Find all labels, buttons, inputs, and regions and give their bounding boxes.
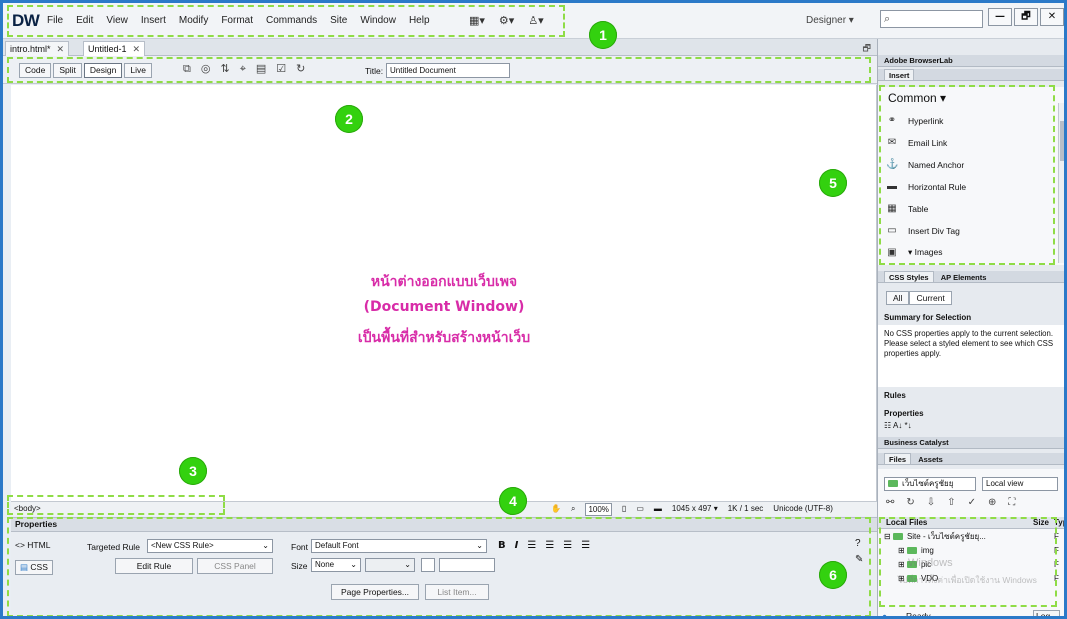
summary-title: Summary for Selection [884, 313, 972, 322]
connect-icon[interactable]: ⚯ [886, 497, 894, 508]
site-select[interactable]: เว็บไซต์ครูชัยยุ [884, 477, 976, 491]
tab-label: intro.html* [10, 44, 51, 54]
rules-label: Rules [884, 391, 906, 400]
tab-assets[interactable]: Assets [913, 453, 948, 464]
callout-5: 5 [819, 169, 847, 197]
close-button[interactable]: ✕ [1040, 8, 1064, 26]
hand-icon[interactable]: ✋ [551, 502, 561, 516]
folder-icon [888, 480, 898, 488]
annotation-region-6 [879, 517, 1057, 607]
ready-text: Ready [906, 611, 931, 619]
check-in-icon[interactable]: ⊕ [988, 497, 996, 508]
current-button[interactable]: Current [909, 291, 952, 305]
callout-2: 2 [335, 105, 363, 133]
workspace-switcher[interactable]: Designer ▾ [806, 15, 854, 26]
business-catalyst-bar[interactable]: Business Catalyst [878, 437, 1064, 449]
dreamweaver-window: DW File Edit View Insert Modify Format C… [0, 0, 1067, 619]
css-styles-bar: CSS Styles AP Elements [878, 271, 1064, 283]
callout-4: 4 [499, 487, 527, 515]
tab-untitled[interactable]: Untitled-1 ✕ [83, 41, 146, 56]
put-files-icon[interactable]: ⇧ [947, 497, 955, 508]
category-view-icon[interactable]: ☷ [884, 421, 891, 430]
callout-1: 1 [589, 21, 617, 49]
tab-css-styles[interactable]: CSS Styles [884, 271, 934, 282]
canvas-caption-1: หน้าต่างออกแบบเว็บเพจ [370, 274, 518, 290]
canvas-caption-2: (Document Window) [363, 299, 525, 315]
tab-files[interactable]: Files [884, 453, 912, 464]
minimize-button[interactable]: — [988, 8, 1012, 26]
business-catalyst-title: Business Catalyst [884, 438, 949, 447]
window-controls: — 🗗 ✕ [988, 8, 1064, 26]
css-property-icons: ☷ A↓ *↓ [884, 421, 912, 431]
restore-button[interactable]: 🗗 [1014, 8, 1038, 26]
document-tabs: intro.html* ✕ Untitled-1 ✕ 🗗 [3, 39, 877, 56]
zoom-icon[interactable]: ⌕ [571, 502, 575, 516]
browserlab-title: Adobe BrowserLab [884, 56, 953, 65]
annotation-region-2 [7, 57, 871, 83]
status-right: ✋ ⌕ 100% ▯ ▭ ▬ 1045 x 497 ▾ 1K / 1 sec U… [551, 502, 833, 516]
canvas-caption-3: เป็นพื้นที่สำหรับสร้างหน้าเว็บ [357, 330, 531, 346]
insert-bar: Insert [878, 69, 1064, 81]
tab-insert[interactable]: Insert [884, 69, 915, 80]
check-out-icon[interactable]: ✓ [968, 497, 976, 508]
mobile-size-icon[interactable]: ▯ [622, 502, 626, 516]
window-size[interactable]: 1045 x 497 ▾ [672, 502, 718, 516]
browserlab-bar[interactable]: Adobe BrowserLab [878, 55, 1064, 67]
tab-intro[interactable]: intro.html* ✕ [5, 41, 70, 56]
search-input[interactable]: ⌕ [880, 10, 983, 28]
summary-text: No CSS properties apply to the current s… [878, 325, 1064, 387]
site-select-value: เว็บไซต์ครูชัยยุ [902, 479, 954, 488]
callout-6: 6 [819, 561, 847, 589]
document-window[interactable]: หน้าต่างออกแบบเว็บเพจ (Document Window) … [11, 85, 877, 501]
annotation-region-5 [879, 85, 1055, 265]
insert-scrollbar[interactable] [1058, 103, 1064, 263]
files-toolbar: ⚯ ↻ ⇩ ⇧ ✓ ⊕ ⛶ [886, 497, 1015, 508]
refresh-icon[interactable]: ↻ [906, 497, 914, 508]
close-icon[interactable]: ✕ [133, 44, 141, 54]
search-icon: ⌕ [884, 12, 891, 25]
sort-az-icon[interactable]: A↓ [893, 421, 902, 430]
set-properties-icon[interactable]: *↓ [905, 421, 912, 430]
desktop-size-icon[interactable]: ▬ [654, 502, 662, 516]
callout-3: 3 [179, 457, 207, 485]
view-select-value: Local view [986, 479, 1024, 488]
close-icon[interactable]: ✕ [57, 44, 65, 54]
expand-icon[interactable]: ⛶ [1008, 497, 1015, 508]
properties-label: Properties [884, 409, 924, 418]
all-button[interactable]: All [886, 291, 910, 305]
tab-label: Untitled-1 [88, 44, 127, 54]
scroll-thumb[interactable] [1060, 121, 1064, 161]
status-icon: ● [882, 611, 888, 619]
annotation-region-3 [7, 495, 225, 515]
download-size: 1K / 1 sec [727, 504, 764, 513]
tablet-size-icon[interactable]: ▭ [636, 502, 644, 516]
get-files-icon[interactable]: ⇩ [927, 497, 935, 508]
zoom-select[interactable]: 100% [585, 503, 612, 516]
encoding: Unicode (UTF-8) [773, 504, 833, 513]
restore-icon[interactable]: 🗗 [863, 41, 871, 57]
files-status: ● Ready Log... [878, 610, 1064, 619]
annotation-region-1 [7, 5, 565, 37]
css-mode-buttons: All Current [886, 291, 952, 305]
log-button[interactable]: Log... [1033, 610, 1061, 616]
tab-ap-elements[interactable]: AP Elements [936, 271, 992, 282]
view-select[interactable]: Local view [982, 477, 1058, 491]
annotation-region-4 [7, 517, 871, 616]
files-bar: Files Assets [878, 453, 1064, 465]
